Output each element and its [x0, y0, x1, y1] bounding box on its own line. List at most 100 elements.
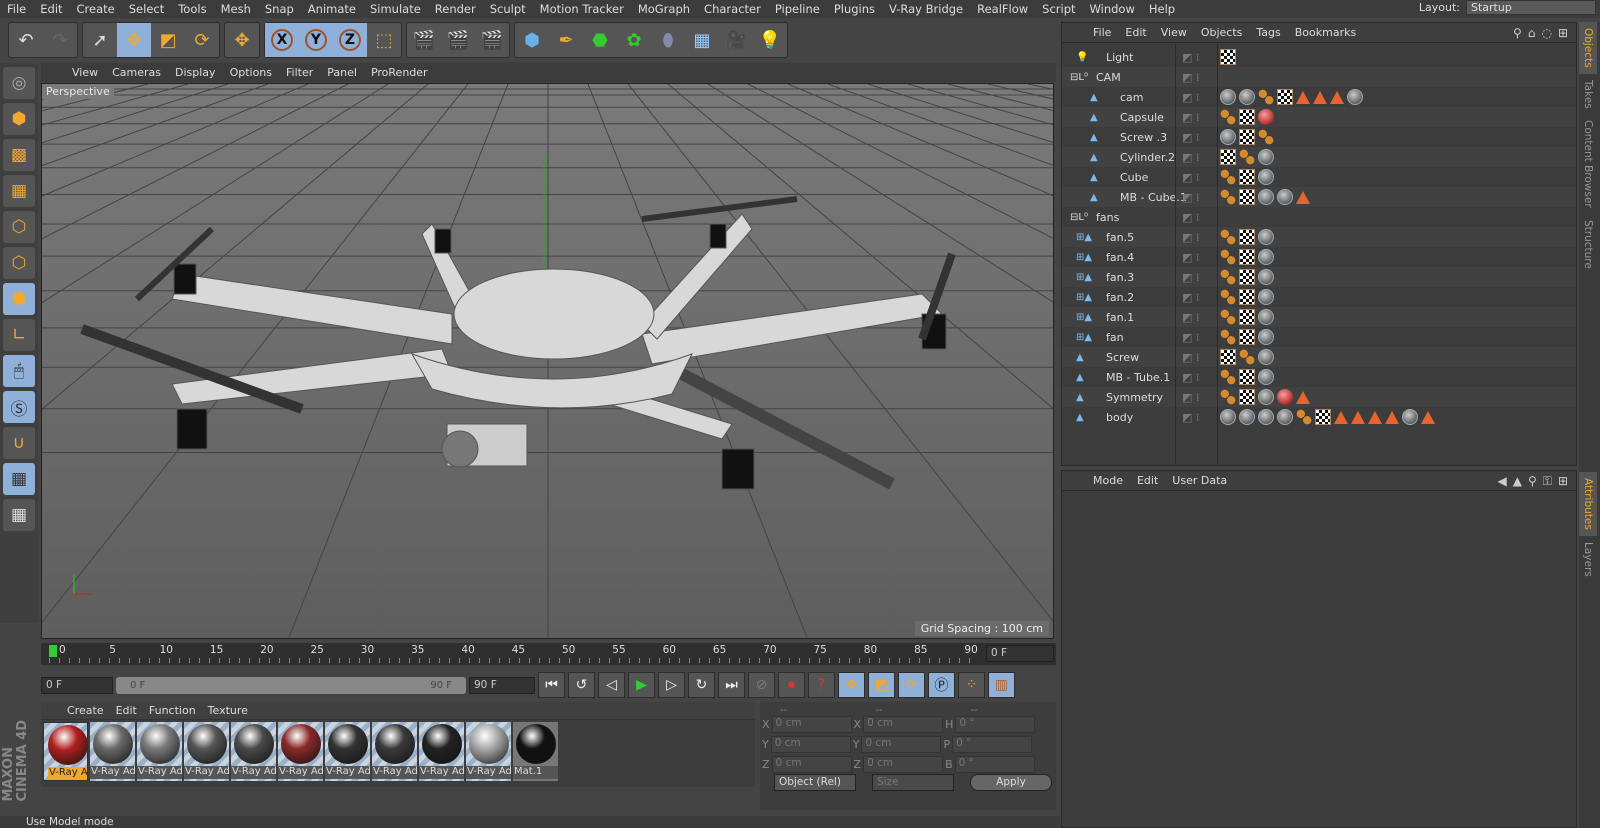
object-name[interactable]: Cylinder.2 [1120, 151, 1175, 164]
new-view-icon[interactable]: ⊞ [1558, 26, 1568, 40]
visibility-toggle[interactable]: ◩ ⁞ [1182, 211, 1199, 224]
texture-tag-icon[interactable] [1239, 309, 1255, 325]
visibility-toggle[interactable]: ◩ ⁞ [1182, 91, 1199, 104]
menu-sculpt[interactable]: Sculpt [483, 2, 533, 16]
visibility-toggle[interactable]: ◩ ⁞ [1182, 391, 1199, 404]
material-swatch[interactable]: V-Ray Ad [419, 722, 464, 781]
texture-tag-icon[interactable] [1239, 229, 1255, 245]
texture-tag-icon[interactable] [1315, 409, 1331, 425]
object-name[interactable]: body [1106, 411, 1133, 424]
x-axis-lock[interactable]: X [265, 23, 299, 57]
material-tag-icon[interactable] [1277, 389, 1293, 405]
object-name[interactable]: Symmetry [1106, 391, 1163, 404]
timeline-window-button[interactable]: ▥ [988, 672, 1015, 698]
record-disabled-button[interactable]: ⊘ [748, 672, 775, 698]
menu-snap[interactable]: Snap [258, 2, 301, 16]
attribute-menu-user-data[interactable]: User Data [1165, 474, 1234, 487]
points-mode-icon[interactable]: ⬡ [3, 211, 35, 243]
texture-tag-icon[interactable] [1239, 169, 1255, 185]
material-tag-icon[interactable] [1258, 309, 1274, 325]
attribute-menu-mode[interactable]: Mode [1086, 474, 1130, 487]
coordinate-system-icon[interactable]: ⬚ [367, 23, 401, 57]
object-name[interactable]: cam [1120, 91, 1144, 104]
object-name[interactable]: Capsule [1120, 111, 1164, 124]
object-menu-objects[interactable]: Objects [1194, 26, 1250, 39]
axis-icon[interactable]: ∟ [3, 319, 35, 351]
menu-select[interactable]: Select [122, 2, 171, 16]
object-name[interactable]: Screw [1106, 351, 1139, 364]
z-axis-lock[interactable]: Z [333, 23, 367, 57]
object-menu-file[interactable]: File [1086, 26, 1118, 39]
layout-dropdown[interactable]: Startup [1466, 0, 1596, 15]
uvw-tag-icon[interactable] [1258, 89, 1274, 105]
object-name[interactable]: fan.5 [1106, 231, 1134, 244]
size-mode-dropdown[interactable]: Size [872, 774, 954, 791]
viewport-menu-panel[interactable]: Panel [320, 66, 364, 79]
range-slider[interactable]: 0 F 90 F [116, 676, 466, 694]
uvw-tag-icon[interactable] [1296, 409, 1312, 425]
visibility-toggle[interactable]: ◩ ⁞ [1182, 191, 1199, 204]
material-tag-icon[interactable] [1220, 89, 1236, 105]
texture-tag-icon[interactable] [1220, 349, 1236, 365]
recent-tools-icon[interactable]: ✥ [225, 23, 259, 57]
tab-attributes[interactable]: Attributes [1579, 472, 1597, 536]
texture-mode-icon[interactable]: ▩ [3, 139, 35, 171]
material-menu-create[interactable]: Create [61, 704, 110, 717]
camera-icon[interactable]: 🎥 [719, 23, 753, 57]
visibility-toggle[interactable]: ◩ ⁞ [1182, 251, 1199, 264]
texture-tag-icon[interactable] [1220, 149, 1236, 165]
material-tag-icon[interactable] [1239, 89, 1255, 105]
object-name[interactable]: fan.4 [1106, 251, 1134, 264]
start-frame-field[interactable]: 0 F [41, 676, 113, 694]
object-menu-bookmarks[interactable]: Bookmarks [1288, 26, 1363, 39]
object-name[interactable]: MB - Cube.1 [1120, 191, 1187, 204]
object-row[interactable]: ▲ cam ◩ ⁞ [1062, 87, 1576, 107]
phong-tag-icon[interactable] [1330, 90, 1344, 104]
texture-tag-icon[interactable] [1220, 49, 1236, 65]
keyframe-selection-button[interactable]: ? [808, 672, 835, 698]
uvw-tag-icon[interactable] [1220, 249, 1236, 265]
previous-frame-button[interactable]: ◁ [598, 672, 625, 698]
object-row[interactable]: ▲ MB - Tube.1 ◩ ⁞ [1062, 367, 1576, 387]
texture-tag-icon[interactable] [1239, 369, 1255, 385]
tab-takes[interactable]: Takes [1579, 74, 1597, 115]
texture-tag-icon[interactable] [1239, 189, 1255, 205]
key-position-button[interactable]: ✥ [838, 672, 865, 698]
material-swatch[interactable]: V-Ray Ad [184, 722, 229, 781]
material-tag-icon[interactable] [1258, 229, 1274, 245]
coord-field[interactable]: 0 ° [954, 756, 1035, 773]
material-swatch[interactable]: V-Ray Ad [325, 722, 370, 781]
object-row[interactable]: ▲ Screw .3 ◩ ⁞ [1062, 127, 1576, 147]
rotate-icon[interactable]: ⟳ [185, 23, 219, 57]
coord-field[interactable]: 0 ° [952, 736, 1033, 753]
search-icon[interactable]: ⚲ [1528, 474, 1537, 489]
visibility-toggle[interactable]: ◩ ⁞ [1182, 371, 1199, 384]
lock-icon[interactable]: ⚿ [1543, 474, 1552, 489]
menu-mesh[interactable]: Mesh [214, 2, 258, 16]
key-scale-button[interactable]: ◩ [868, 672, 895, 698]
uvw-tag-icon[interactable] [1239, 349, 1255, 365]
uvw-tag-icon[interactable] [1220, 229, 1236, 245]
pen-spline-icon[interactable]: ✒ [549, 23, 583, 57]
attribute-menu-edit[interactable]: Edit [1130, 474, 1165, 487]
texture-tag-icon[interactable] [1239, 269, 1255, 285]
material-tag-icon[interactable] [1258, 169, 1274, 185]
object-menu-tags[interactable]: Tags [1249, 26, 1287, 39]
menu-tools[interactable]: Tools [171, 2, 213, 16]
material-swatch[interactable]: V-Ray Ad [90, 722, 135, 781]
coord-field[interactable]: 0 cm [771, 756, 852, 773]
texture-tag-icon[interactable] [1277, 89, 1293, 105]
object-row[interactable]: ⊞▲ fan.4 ◩ ⁞ [1062, 247, 1576, 267]
material-tag-icon[interactable] [1258, 369, 1274, 385]
phong-tag-icon[interactable] [1421, 410, 1435, 424]
uvw-tag-icon[interactable] [1258, 129, 1274, 145]
phong-tag-icon[interactable] [1296, 190, 1310, 204]
coord-field[interactable]: 0 ° [955, 716, 1036, 733]
workplane-icon[interactable]: ▦ [3, 175, 35, 207]
visibility-toggle[interactable]: ◩ ⁞ [1182, 151, 1199, 164]
material-tag-icon[interactable] [1258, 269, 1274, 285]
visibility-toggle[interactable]: ◩ ⁞ [1182, 51, 1199, 64]
render-settings-icon[interactable]: 🎬 [475, 23, 509, 57]
material-tag-icon[interactable] [1220, 409, 1236, 425]
model-mode-icon[interactable]: ⬢ [3, 103, 35, 135]
